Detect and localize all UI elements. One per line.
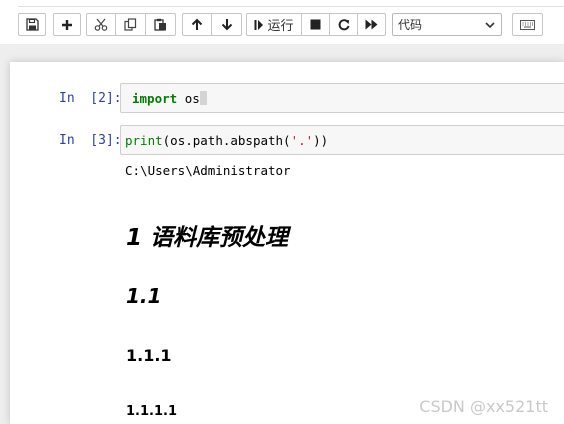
cell-prompt: In [3]: bbox=[59, 133, 122, 148]
move-down-button[interactable] bbox=[212, 13, 242, 36]
restart-kernel-button[interactable] bbox=[330, 13, 358, 36]
arrow-up-icon bbox=[191, 18, 203, 30]
command-palette-button[interactable] bbox=[512, 13, 543, 36]
chevron-down-icon bbox=[485, 22, 495, 29]
notebook-container: In [2]: import os In [3]: print(os.path.… bbox=[10, 62, 564, 424]
paste-button[interactable] bbox=[146, 13, 176, 36]
stop-icon bbox=[310, 19, 321, 30]
heading-3: 1.1.1 bbox=[126, 346, 172, 365]
plus-icon bbox=[62, 19, 72, 30]
header-divider bbox=[18, 6, 564, 7]
heading-4: 1.1.1.1 bbox=[126, 404, 177, 419]
cell-prompt: In [2]: bbox=[59, 91, 122, 106]
step-forward-icon bbox=[254, 19, 264, 30]
restart-icon bbox=[338, 18, 350, 30]
save-icon bbox=[25, 18, 39, 31]
copy-icon bbox=[124, 18, 137, 31]
cell-output: C:\Users\Administrator bbox=[125, 163, 291, 178]
code-line: import os bbox=[132, 91, 207, 106]
fast-forward-icon bbox=[365, 19, 378, 30]
insert-cell-button[interactable] bbox=[53, 13, 81, 36]
run-all-button[interactable] bbox=[358, 13, 386, 36]
cell-type-select[interactable]: 代码 bbox=[392, 13, 502, 36]
code-cell-input[interactable]: print(os.path.abspath('.')) bbox=[120, 125, 564, 155]
paste-icon bbox=[154, 18, 166, 31]
code-cell-input[interactable]: import os bbox=[120, 83, 564, 113]
run-button[interactable]: 运行 bbox=[246, 13, 302, 36]
arrow-down-icon bbox=[221, 19, 232, 31]
cell-type-value: 代码 bbox=[398, 18, 423, 32]
save-button[interactable] bbox=[18, 13, 46, 36]
run-label: 运行 bbox=[267, 19, 294, 34]
code-line: print(os.path.abspath('.')) bbox=[125, 133, 329, 148]
text-cursor bbox=[199, 91, 207, 105]
watermark: CSDN @xx521tt bbox=[419, 397, 548, 416]
keyboard-icon bbox=[520, 19, 535, 30]
interrupt-button[interactable] bbox=[302, 13, 330, 36]
copy-button[interactable] bbox=[116, 13, 146, 36]
cut-button[interactable] bbox=[86, 13, 116, 36]
heading-1: 1 语料库预处理 bbox=[126, 225, 289, 251]
move-up-button[interactable] bbox=[182, 13, 212, 36]
scissors-icon bbox=[94, 18, 108, 31]
toolbar: 运行 代码 bbox=[0, 0, 564, 44]
heading-2: 1.1 bbox=[126, 284, 162, 308]
